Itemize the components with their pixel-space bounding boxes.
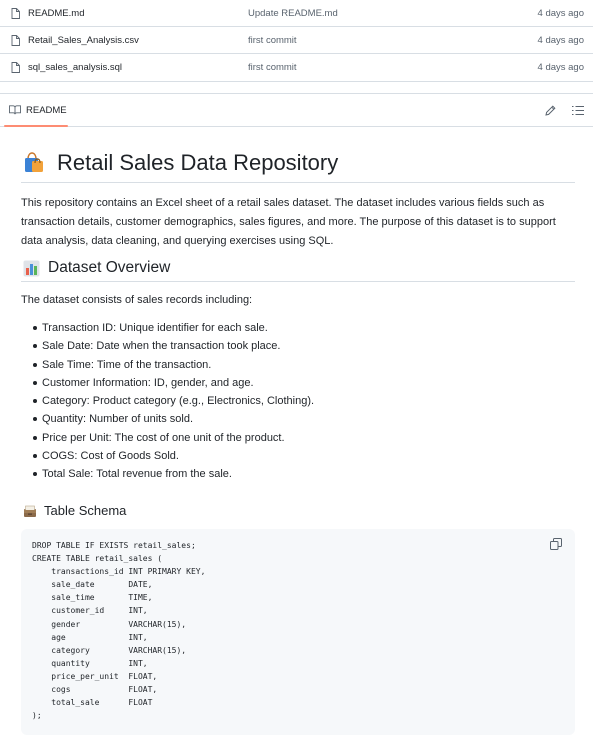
dataset-overview-heading: Dataset Overview: [21, 258, 575, 282]
readme-intro-paragraph: This repository contains an Excel sheet …: [21, 197, 556, 247]
sql-code: DROP TABLE IF EXISTS retail_sales; CREAT…: [32, 541, 206, 721]
pencil-icon[interactable]: [545, 105, 556, 116]
commit-message-link[interactable]: first commit: [248, 35, 297, 46]
file-name-link[interactable]: Retail_Sales_Analysis.csv: [28, 35, 139, 46]
file-name-link[interactable]: README.md: [28, 8, 84, 19]
readme-header: README: [0, 93, 593, 127]
book-icon: [9, 105, 21, 115]
commit-message-link[interactable]: Update README.md: [248, 8, 338, 19]
list-item: Quantity: Number of units sold.: [21, 411, 575, 429]
list-item: Price per Unit: The cost of one unit of …: [21, 430, 575, 448]
readme-title: Retail Sales Data Repository: [21, 149, 575, 183]
dataset-overview-heading-text: Dataset Overview: [48, 259, 171, 276]
file-icon: [11, 62, 20, 73]
commit-date: 4 days ago: [537, 62, 584, 73]
commit-date: 4 days ago: [537, 8, 584, 19]
shopping-bags-icon: [25, 152, 43, 172]
list-item: Sale Date: Date when the transaction too…: [21, 338, 575, 356]
dataset-fields-list: Transaction ID: Unique identifier for ea…: [21, 320, 575, 485]
dataset-overview-intro: The dataset consists of sales records in…: [21, 294, 253, 306]
list-item: Category: Product category (e.g., Electr…: [21, 393, 575, 411]
file-icon: [11, 8, 20, 19]
list-item: COGS: Cost of Goods Sold.: [21, 448, 575, 466]
commit-message-link[interactable]: first commit: [248, 62, 297, 73]
commit-date: 4 days ago: [537, 35, 584, 46]
readme-title-text: Retail Sales Data Repository: [57, 150, 339, 175]
sql-code-block: DROP TABLE IF EXISTS retail_sales; CREAT…: [21, 529, 575, 735]
file-name-link[interactable]: sql_sales_analysis.sql: [28, 62, 122, 73]
table-schema-heading-text: Table Schema: [44, 503, 127, 518]
list-item: Customer Information: ID, gender, and ag…: [21, 375, 575, 393]
list-item: Transaction ID: Unique identifier for ea…: [21, 320, 575, 338]
file-row[interactable]: README.md Update README.md 4 days ago: [0, 0, 593, 27]
copy-icon[interactable]: [550, 538, 562, 550]
list-item: Sale Time: Time of the transaction.: [21, 357, 575, 375]
list-item: Total Sale: Total revenue from the sale.: [21, 466, 575, 484]
file-row[interactable]: Retail_Sales_Analysis.csv first commit 4…: [0, 27, 593, 54]
bar-chart-icon: [23, 260, 40, 277]
file-row[interactable]: sql_sales_analysis.sql first commit 4 da…: [0, 54, 593, 81]
file-icon: [11, 35, 20, 46]
card-file-box-icon: [24, 505, 36, 517]
active-tab-indicator: [4, 125, 68, 127]
readme-tab-label: README: [26, 105, 67, 116]
list-icon[interactable]: [572, 105, 584, 116]
file-list: README.md Update README.md 4 days ago Re…: [0, 0, 593, 82]
